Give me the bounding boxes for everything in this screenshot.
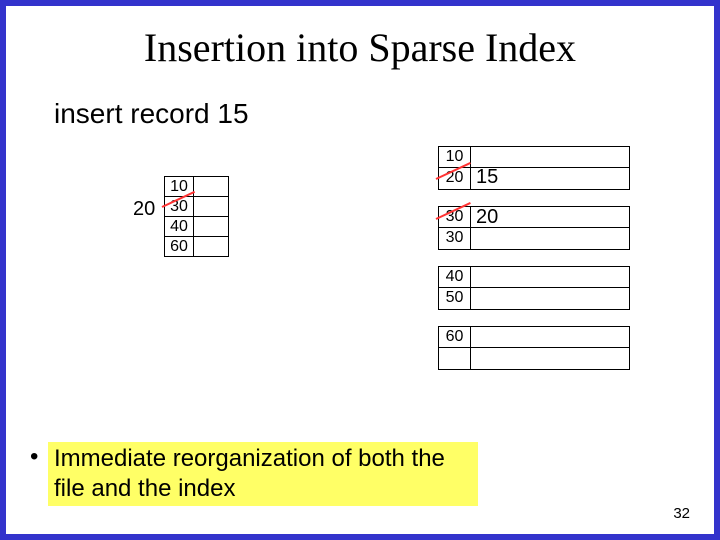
index-ptr-2 xyxy=(193,216,229,237)
page-number: 32 xyxy=(673,505,690,522)
bullet-dot-icon: • xyxy=(30,442,38,472)
data-row: 30 xyxy=(439,228,629,249)
data-key: 30 xyxy=(439,228,471,249)
index-key-3: 60 xyxy=(164,236,194,257)
data-insert-20: 20 xyxy=(476,206,498,229)
index-insert-value: 20 xyxy=(133,198,155,221)
bullet-note: • Immediate reorganization of both the f… xyxy=(48,442,478,506)
data-row: 20 xyxy=(439,168,629,189)
data-block-2: 40 50 xyxy=(438,266,630,310)
data-block-3: 60 xyxy=(438,326,630,370)
data-row: 50 xyxy=(439,288,629,309)
data-block-0: 10 20 xyxy=(438,146,630,190)
index-key-2: 40 xyxy=(164,216,194,237)
data-row: 60 xyxy=(439,327,629,348)
data-val xyxy=(471,228,629,249)
data-val xyxy=(471,267,629,287)
data-row xyxy=(439,348,629,369)
slide-canvas: Insertion into Sparse Index insert recor… xyxy=(6,6,714,534)
data-key: 40 xyxy=(439,267,471,287)
data-key: 60 xyxy=(439,327,471,347)
index-ptr-3 xyxy=(193,236,229,257)
data-insert-15: 15 xyxy=(476,166,498,189)
data-key: 50 xyxy=(439,288,471,309)
bullet-text: Immediate reorganization of both the fil… xyxy=(54,445,445,502)
data-val xyxy=(471,327,629,347)
data-val xyxy=(471,348,629,369)
data-block-1: 30 30 xyxy=(438,206,630,250)
slide-title: Insertion into Sparse Index xyxy=(6,24,714,71)
index-ptr-1 xyxy=(193,196,229,217)
index-ptr-0 xyxy=(193,176,229,197)
data-row: 40 xyxy=(439,267,629,288)
data-key xyxy=(439,348,471,369)
data-val xyxy=(471,288,629,309)
data-row: 30 xyxy=(439,207,629,228)
slide-subtitle: insert record 15 xyxy=(54,98,249,130)
data-val xyxy=(471,147,629,167)
